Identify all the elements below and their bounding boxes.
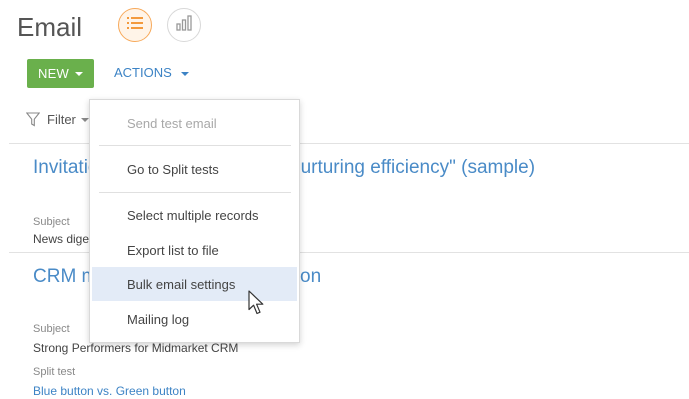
menu-separator: [99, 192, 291, 193]
actions-button[interactable]: ACTIONS: [114, 65, 190, 80]
menu-item-bulk-email-settings[interactable]: Bulk email settings: [92, 267, 297, 301]
chart-view-button[interactable]: [167, 8, 201, 42]
subject-caption: Subject: [33, 216, 70, 228]
menu-separator: [99, 145, 291, 146]
chevron-down-icon: [74, 71, 83, 76]
chevron-down-icon: [181, 71, 190, 76]
list-view-icon: [127, 16, 143, 35]
record-title[interactable]: CRM m: [33, 266, 97, 288]
subject-value: Strong Performers for Midmarket CRM: [33, 341, 239, 355]
menu-item-mailing-log[interactable]: Mailing log: [90, 302, 299, 336]
split-test-caption: Split test: [33, 366, 76, 378]
page-title: Email: [17, 12, 83, 42]
chart-view-icon: [176, 14, 192, 36]
menu-item-export-list[interactable]: Export list to file: [90, 233, 299, 267]
actions-button-label: ACTIONS: [114, 65, 172, 80]
new-button-label: NEW: [38, 66, 69, 81]
subject-caption: Subject: [33, 323, 70, 335]
menu-item-go-to-split-tests[interactable]: Go to Split tests: [90, 152, 299, 186]
subject-value: News dige: [33, 232, 90, 246]
menu-item-select-multiple-records[interactable]: Select multiple records: [90, 198, 299, 232]
filter-button[interactable]: Filter: [26, 112, 89, 127]
actions-menu: Send test email Go to Split tests Select…: [89, 99, 300, 343]
filter-label: Filter: [47, 112, 76, 127]
mouse-cursor-icon: [248, 290, 264, 315]
split-test-link[interactable]: Blue button vs. Green button: [33, 384, 186, 398]
new-button[interactable]: NEW: [27, 59, 94, 88]
menu-item-send-test-email: Send test email: [127, 115, 217, 131]
filter-icon: [26, 112, 40, 127]
list-view-button[interactable]: [118, 8, 152, 42]
record-title-tail[interactable]: nurturing efficiency" (sample): [290, 157, 535, 179]
record-title-tail[interactable]: on: [300, 266, 321, 288]
chevron-down-icon: [80, 117, 89, 122]
